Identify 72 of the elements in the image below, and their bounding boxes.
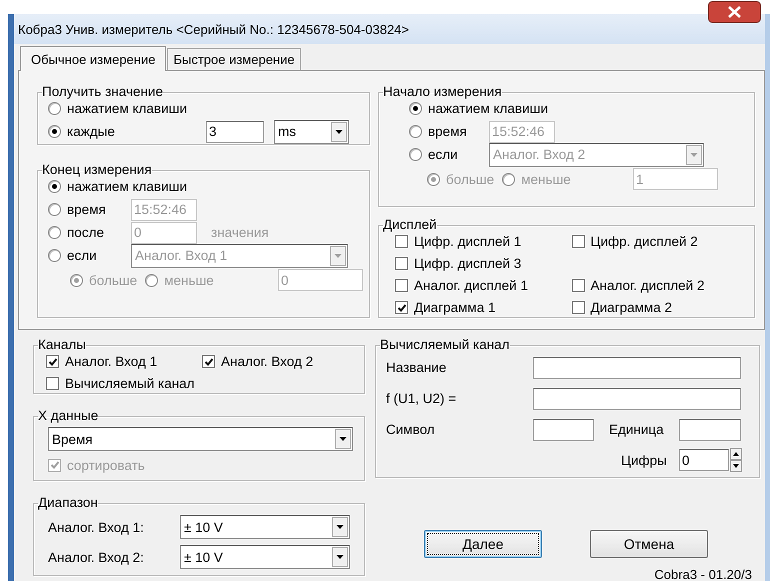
symbol-label: Символ — [386, 422, 436, 437]
checkbox-label: Аналог. дисплей 1 — [414, 278, 528, 292]
group-title: X данные — [38, 409, 98, 423]
radio-label: больше — [89, 272, 138, 288]
symbol-field[interactable] — [533, 418, 594, 440]
radio-label: нажатием клавиши — [428, 101, 548, 116]
tab[interactable]: Обычное измерение — [20, 46, 166, 71]
checkbox-label: Аналог. Вход 2 — [221, 354, 314, 370]
radio-label: меньше — [521, 172, 571, 186]
checkbox-label: Диаграмма 2 — [590, 300, 672, 314]
name-field[interactable] — [533, 356, 741, 378]
radio-label: меньше — [164, 272, 214, 288]
range-dropdown[interactable]: ± 10 V — [180, 545, 350, 569]
checkbox-label: сортировать — [67, 458, 145, 472]
range-label: Аналог. Вход 1: — [48, 520, 145, 534]
dialog-button[interactable]: Далее — [424, 530, 542, 558]
radio-label: нажатием клавиши — [67, 179, 187, 194]
formula-field[interactable] — [533, 388, 741, 410]
radio-label: больше — [446, 172, 494, 186]
checkbox[interactable] — [395, 278, 408, 292]
checkbox-label: Цифр. дисплей 3 — [414, 256, 522, 270]
radio-button[interactable] — [48, 180, 61, 193]
group-title: Диапазон — [38, 496, 98, 510]
checkbox[interactable] — [202, 355, 215, 368]
checkbox[interactable] — [395, 256, 408, 270]
checkbox[interactable] — [572, 278, 584, 292]
checkbox[interactable] — [395, 234, 408, 248]
unit-label: Единица — [609, 422, 665, 437]
checkbox-label: Вычисляемый канал — [65, 376, 195, 390]
checkbox-label: Аналог. дисплей 2 — [590, 278, 704, 292]
close-icon[interactable] — [708, 1, 761, 23]
count-suffix: значения — [211, 225, 269, 240]
checkbox[interactable] — [46, 376, 59, 390]
group-title: Вычисляемый канал — [380, 338, 510, 352]
radio-label: каждые — [67, 124, 115, 139]
tab[interactable]: Быстрое измерение — [167, 48, 301, 70]
radio-button[interactable] — [48, 102, 61, 115]
radio-button[interactable] — [409, 102, 422, 115]
group-title: Дисплей — [383, 218, 437, 232]
spin-button-icon[interactable] — [730, 448, 742, 472]
checkbox[interactable] — [46, 355, 59, 368]
group-title: Получить значение — [42, 85, 163, 99]
radio-label: если — [67, 248, 97, 263]
radio-label: время — [67, 202, 106, 217]
x-data-dropdown[interactable]: Время — [48, 427, 353, 451]
interval-field[interactable]: 3 — [206, 120, 264, 142]
checkbox[interactable] — [572, 234, 584, 248]
radio-label: нажатием клавиши — [67, 101, 187, 116]
group-title: Конец измерения — [42, 163, 152, 177]
name-label: Название — [386, 360, 448, 375]
formula-label: f (U1, U2) = — [386, 391, 458, 406]
version-label: Cobra3 - 01.20/3 — [653, 567, 752, 581]
checkbox-label: Аналог. Вход 1 — [65, 354, 158, 370]
unit-field[interactable] — [679, 418, 741, 440]
radio-button[interactable] — [48, 125, 61, 138]
checkbox-label: Диаграмма 1 — [414, 300, 496, 316]
radio-label: время — [428, 124, 467, 139]
checkbox[interactable] — [395, 301, 408, 314]
radio-label: после — [67, 225, 104, 240]
group-title: Начало измерения — [383, 85, 502, 99]
digits-label: Цифры — [621, 452, 668, 468]
unit-dropdown[interactable]: ms — [274, 120, 349, 144]
digits-field[interactable]: 0 — [679, 449, 729, 471]
checkbox[interactable] — [572, 300, 584, 314]
dialog-button[interactable]: Отмена — [590, 530, 708, 558]
window-title: Кобра3 Унив. измеритель <Серийный No.: 12345678-504-03824> — [17, 22, 409, 36]
checkbox-label: Цифр. дисплей 2 — [590, 234, 698, 248]
range-label: Аналог. Вход 2: — [48, 550, 145, 564]
checkbox-label: Цифр. дисплей 1 — [414, 234, 522, 248]
group-title: Каналы — [38, 338, 86, 352]
radio-label: если — [428, 147, 458, 162]
range-dropdown[interactable]: ± 10 V — [180, 515, 350, 539]
